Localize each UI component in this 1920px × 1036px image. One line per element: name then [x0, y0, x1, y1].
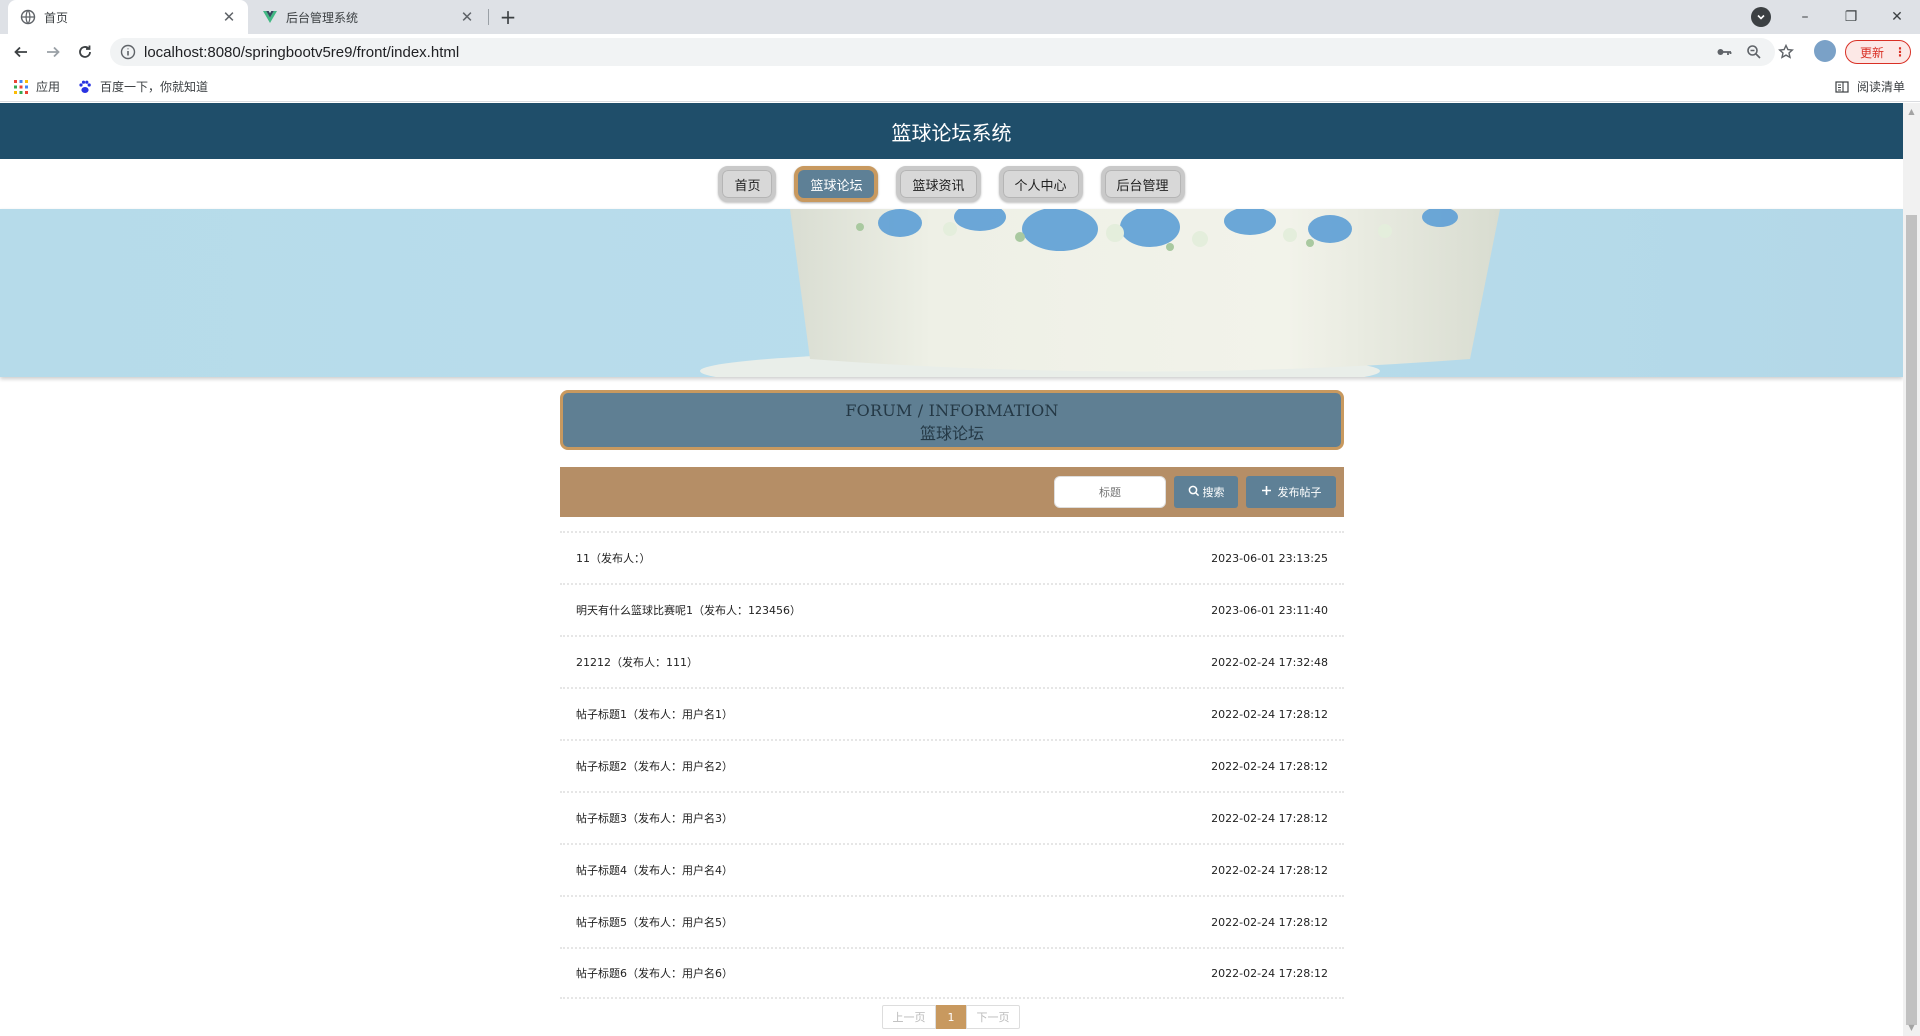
- hero-banner: [0, 209, 1903, 377]
- reading-list[interactable]: 阅读清单: [1835, 78, 1905, 95]
- web-page: 篮球论坛系统 首页 篮球论坛 篮球资讯 个人中心 后台管理 FORUM / IN…: [0, 103, 1903, 1036]
- new-post-label: 发布帖子: [1277, 486, 1322, 499]
- post-time: 2023-06-01 23:11:40: [1211, 603, 1328, 617]
- post-title[interactable]: 11（发布人：）: [576, 550, 651, 566]
- post-time: 2022-02-24 17:28:12: [1211, 811, 1328, 825]
- post-title[interactable]: 帖子标题3（发布人：用户名3）: [576, 810, 733, 826]
- reload-icon[interactable]: [73, 40, 97, 64]
- address-bar[interactable]: localhost:8080/springbootv5re9/front/ind…: [110, 38, 1775, 66]
- plus-icon: [1261, 485, 1272, 499]
- post-list: 11（发布人：） 2023-06-01 23:13:25 明天有什么篮球比赛呢1（…: [560, 531, 1344, 999]
- vue-logo-icon: [262, 9, 278, 25]
- post-row[interactable]: 明天有什么篮球比赛呢1（发布人：123456） 2023-06-01 23:11:…: [560, 583, 1344, 635]
- post-title[interactable]: 21212（发布人：111）: [576, 654, 698, 670]
- browser-toolbar: localhost:8080/springbootv5re9/front/ind…: [0, 34, 1920, 70]
- key-icon[interactable]: [1712, 40, 1736, 64]
- nav-item-home[interactable]: 首页: [718, 166, 777, 202]
- main-nav: 首页 篮球论坛 篮球资讯 个人中心 后台管理: [0, 159, 1903, 209]
- current-page-button[interactable]: 1: [936, 1005, 966, 1029]
- post-row[interactable]: 帖子标题2（发布人：用户名2） 2022-02-24 17:28:12: [560, 739, 1344, 791]
- nav-item-forum[interactable]: 篮球论坛: [794, 166, 879, 202]
- browser-tab-strip: 首页 ✕ 后台管理系统 ✕ + – ❐ ✕: [0, 0, 1920, 34]
- browser-tab-admin[interactable]: 后台管理系统 ✕: [250, 0, 486, 34]
- search-button[interactable]: 搜索: [1174, 476, 1238, 508]
- section-subtitle: FORUM / INFORMATION: [845, 401, 1059, 420]
- update-button[interactable]: 更新 ⋮: [1845, 40, 1911, 64]
- back-icon[interactable]: [9, 40, 33, 64]
- search-label: 搜索: [1202, 486, 1225, 499]
- tab-title: 后台管理系统: [286, 10, 359, 25]
- post-title[interactable]: 帖子标题6（发布人：用户名6）: [576, 965, 733, 981]
- bookmark-label: 百度一下，你就知道: [100, 80, 209, 94]
- new-tab-icon[interactable]: +: [496, 5, 520, 29]
- restore-icon[interactable]: ❐: [1828, 0, 1874, 34]
- post-row[interactable]: 帖子标题4（发布人：用户名4） 2022-02-24 17:28:12: [560, 843, 1344, 895]
- close-icon[interactable]: ✕: [220, 8, 238, 26]
- url-text[interactable]: localhost:8080/springbootv5re9/front/ind…: [144, 44, 459, 61]
- info-icon[interactable]: [120, 44, 136, 60]
- site-title: 篮球论坛系统: [891, 120, 1012, 145]
- bookmark-apps[interactable]: 应用: [14, 78, 60, 95]
- bookmark-baidu[interactable]: 百度一下，你就知道: [78, 78, 208, 95]
- section-title: 篮球论坛: [919, 424, 984, 443]
- globe-icon: [20, 9, 36, 25]
- post-row[interactable]: 21212（发布人：111） 2022-02-24 17:32:48: [560, 635, 1344, 687]
- post-time: 2022-02-24 17:28:12: [1211, 966, 1328, 980]
- window-close-icon[interactable]: ✕: [1874, 0, 1920, 34]
- apps-grid-icon: [14, 79, 28, 94]
- scroll-down-icon[interactable]: ▼: [1907, 1023, 1916, 1032]
- bookmarks-bar: 应用 百度一下，你就知道 阅读清单: [0, 70, 1920, 102]
- reading-list-label: 阅读清单: [1857, 80, 1906, 94]
- post-title[interactable]: 帖子标题1（发布人：用户名1）: [576, 706, 733, 722]
- close-icon[interactable]: ✕: [458, 8, 476, 26]
- next-page-button[interactable]: 下一页: [966, 1005, 1020, 1029]
- browser-tab-home[interactable]: 首页 ✕: [8, 0, 248, 34]
- post-row[interactable]: 帖子标题5（发布人：用户名5） 2022-02-24 17:28:12: [560, 895, 1344, 947]
- profile-avatar[interactable]: [1814, 40, 1836, 62]
- post-title[interactable]: 帖子标题4（发布人：用户名4）: [576, 862, 733, 878]
- forum-section-header: FORUM / INFORMATION 篮球论坛: [560, 390, 1344, 450]
- page-scrollbar[interactable]: ▲ ▼: [1903, 103, 1920, 1036]
- nav-item-news[interactable]: 篮球资讯: [896, 166, 981, 202]
- baidu-paw-icon: [78, 80, 92, 94]
- nav-item-admin[interactable]: 后台管理: [1100, 166, 1185, 202]
- post-time: 2022-02-24 17:28:12: [1211, 863, 1328, 877]
- cake-banner-image: [0, 209, 1903, 377]
- update-label: 更新: [1860, 45, 1885, 60]
- post-row[interactable]: 帖子标题6（发布人：用户名6） 2022-02-24 17:28:12: [560, 947, 1344, 999]
- nav-item-profile[interactable]: 个人中心: [998, 166, 1083, 202]
- zoom-icon[interactable]: [1742, 40, 1766, 64]
- scroll-up-icon[interactable]: ▲: [1907, 107, 1916, 116]
- post-row[interactable]: 11（发布人：） 2023-06-01 23:13:25: [560, 531, 1344, 583]
- scrollbar-thumb[interactable]: [1906, 215, 1917, 1025]
- prev-page-button[interactable]: 上一页: [882, 1005, 936, 1029]
- post-time: 2022-02-24 17:28:12: [1211, 759, 1328, 773]
- minimize-icon[interactable]: –: [1782, 0, 1828, 34]
- post-time: 2022-02-24 17:32:48: [1211, 655, 1328, 669]
- site-header: 篮球论坛系统: [0, 103, 1903, 159]
- post-row[interactable]: 帖子标题3（发布人：用户名3） 2022-02-24 17:28:12: [560, 791, 1344, 843]
- more-menu-icon[interactable]: ⋮: [1894, 45, 1906, 59]
- post-title[interactable]: 明天有什么篮球比赛呢1（发布人：123456）: [576, 602, 801, 618]
- post-title[interactable]: 帖子标题5（发布人：用户名5）: [576, 914, 733, 930]
- tab-title: 首页: [44, 10, 69, 25]
- search-bar: 搜索 发布帖子: [560, 467, 1344, 517]
- forward-icon[interactable]: [41, 40, 65, 64]
- pagination: 上一页 1 下一页: [882, 1005, 1020, 1029]
- star-icon[interactable]: [1774, 40, 1798, 64]
- post-title[interactable]: 帖子标题2（发布人：用户名2）: [576, 758, 733, 774]
- post-time: 2022-02-24 17:28:12: [1211, 707, 1328, 721]
- post-time: 2023-06-01 23:13:25: [1211, 551, 1328, 565]
- search-icon: [1188, 485, 1200, 500]
- reading-list-icon: [1835, 80, 1849, 94]
- post-row[interactable]: 帖子标题1（发布人：用户名1） 2022-02-24 17:28:12: [560, 687, 1344, 739]
- new-post-button[interactable]: 发布帖子: [1246, 476, 1336, 508]
- tab-search-icon[interactable]: [1751, 7, 1771, 27]
- bookmark-label: 应用: [36, 80, 61, 94]
- post-time: 2022-02-24 17:28:12: [1211, 915, 1328, 929]
- tab-separator: [488, 9, 489, 25]
- title-search-input[interactable]: [1054, 476, 1166, 508]
